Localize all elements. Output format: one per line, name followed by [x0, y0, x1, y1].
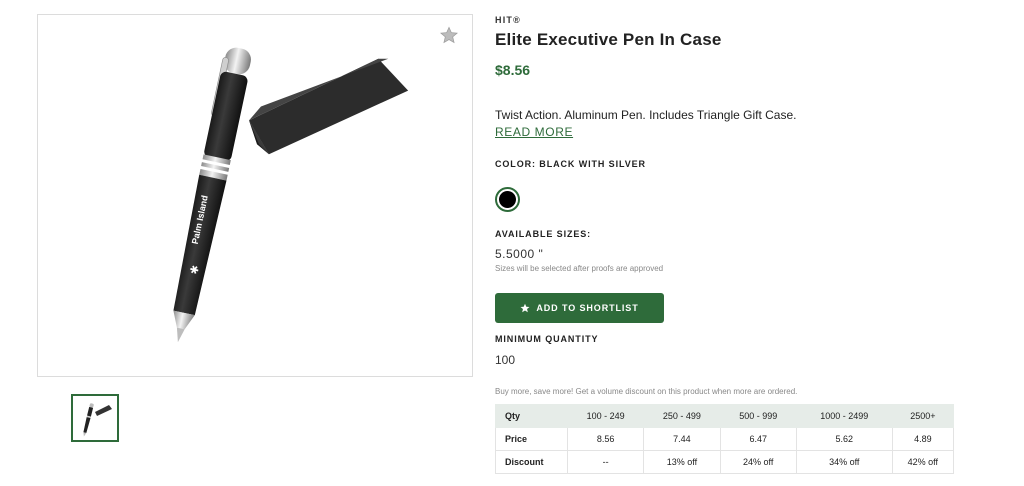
pricing-table: Qty 100 - 249 250 - 499 500 - 999 1000 -…	[495, 404, 955, 474]
table-cell: 13% off	[643, 450, 721, 474]
table-row: Price 8.56 7.44 6.47 5.62 4.89	[495, 427, 955, 451]
product-title: Elite Executive Pen In Case	[495, 30, 722, 49]
minimum-quantity-value: 100	[495, 353, 516, 367]
read-more-link[interactable]: READ MORE	[495, 125, 573, 139]
brand-name: HIT®	[495, 15, 521, 25]
table-cell: 42% off	[891, 450, 955, 474]
color-swatch-black[interactable]	[495, 187, 520, 212]
add-to-shortlist-button[interactable]: ADD TO SHORTLIST	[495, 293, 664, 323]
gift-case	[249, 58, 409, 155]
volume-discount-note: Buy more, save more! Get a volume discou…	[495, 387, 798, 396]
table-cell: --	[566, 450, 645, 474]
table-cell: 4.89	[891, 427, 955, 451]
table-row: Discount -- 13% off 24% off 34% off 42% …	[495, 450, 955, 474]
table-cell: 6.47	[719, 427, 797, 451]
thumbnail-image	[83, 403, 112, 437]
product-description: Twist Action. Aluminum Pen. Includes Tri…	[495, 108, 797, 122]
star-icon	[520, 303, 530, 313]
color-label: COLOR: BLACK WITH SILVER	[495, 159, 646, 169]
table-cell: 7.44	[643, 427, 721, 451]
size-note: Sizes will be selected after proofs are …	[495, 264, 664, 273]
product-price: $8.56	[495, 62, 531, 78]
price-row-label: Price	[495, 427, 568, 451]
product-image-viewer: Palm Island ✱	[37, 14, 473, 377]
product-thumbnail[interactable]	[71, 394, 119, 442]
pricing-header-row: Qty 100 - 249 250 - 499 500 - 999 1000 -…	[495, 404, 955, 428]
header-cell: Qty	[495, 404, 568, 428]
table-cell: 34% off	[795, 450, 893, 474]
pen: Palm Island ✱	[173, 47, 251, 343]
header-cell: 250 - 499	[643, 404, 721, 428]
header-cell: 2500+	[891, 404, 955, 428]
add-to-shortlist-label: ADD TO SHORTLIST	[536, 303, 639, 313]
header-cell: 1000 - 2499	[795, 404, 893, 428]
product-image: Palm Island ✱	[173, 47, 409, 343]
favorite-star-icon[interactable]	[440, 26, 458, 44]
discount-row-label: Discount	[495, 450, 568, 474]
sizes-label: AVAILABLE SIZES:	[495, 229, 592, 239]
header-cell: 100 - 249	[566, 404, 645, 428]
table-cell: 24% off	[719, 450, 797, 474]
size-value: 5.5000 "	[495, 247, 544, 261]
table-cell: 8.56	[566, 427, 645, 451]
header-cell: 500 - 999	[719, 404, 797, 428]
minimum-quantity-label: MINIMUM QUANTITY	[495, 334, 599, 344]
table-cell: 5.62	[795, 427, 893, 451]
